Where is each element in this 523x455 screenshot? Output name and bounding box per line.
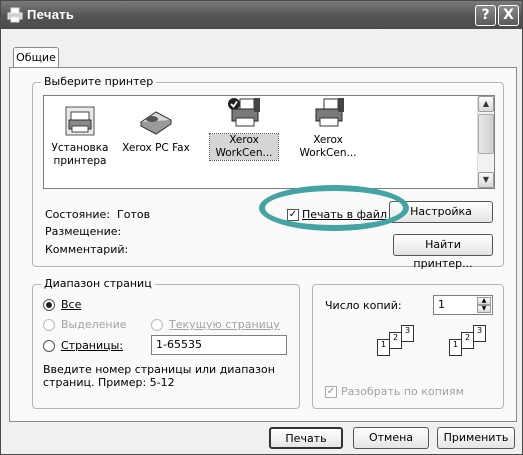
close-button[interactable]: X — [498, 5, 519, 26]
pages-hint: Введите номер страницы или диапазон стра… — [43, 363, 275, 389]
copies-spinner[interactable]: 1 ▲ ▼ — [433, 295, 493, 315]
radio-all-pages[interactable] — [43, 299, 55, 311]
selection-label[interactable]: Выделение — [61, 318, 127, 331]
pages-label[interactable]: Страницы: — [61, 339, 123, 352]
tab-label: Общие — [16, 51, 56, 64]
add-printer-icon — [65, 106, 95, 136]
printer-icon — [315, 98, 344, 127]
printer-group: Выберите принтер Установка принтера Xero… — [32, 75, 504, 270]
radio-current-page[interactable] — [151, 319, 163, 331]
window-title: Печать — [27, 7, 75, 22]
collate-label[interactable]: Разобрать по копиям — [341, 385, 464, 398]
collate-illustration: 3 2 1 3 2 1 — [375, 325, 495, 365]
printer-item-line1: Xerox — [229, 134, 259, 146]
printer-item-fax[interactable]: Xerox PC Fax — [122, 104, 190, 155]
collate-page-icon: 1 — [449, 339, 462, 356]
print-button[interactable]: Печать — [269, 427, 343, 449]
collate-page-icon: 1 — [377, 339, 390, 356]
printer-group-label: Выберите принтер — [41, 75, 157, 88]
comment-label: Комментарий: — [45, 243, 129, 256]
scroll-thumb[interactable] — [478, 114, 494, 154]
help-button[interactable]: ? — [475, 5, 496, 26]
print-dialog: Печать ? X Общие Выберите принтер Устано… — [0, 0, 523, 455]
fax-icon — [140, 111, 172, 135]
radio-pages[interactable] — [43, 340, 55, 352]
printer-item-line2: WorkCen... — [299, 147, 357, 159]
copies-group: Число копий: 1 ▲ ▼ 3 2 1 3 2 1 ✓ Разобра… — [312, 284, 504, 409]
printer-item-line1: Xerox PC Fax — [122, 142, 190, 154]
page-range-group: Диапазон страниц Все Выделение Текущую с… — [32, 277, 300, 409]
printer-item-line1: Xerox — [313, 134, 343, 146]
printer-item-label: Xerox PC Fax — [122, 142, 190, 155]
copies-value[interactable]: 1 — [438, 298, 445, 311]
spin-down-icon[interactable]: ▼ — [477, 305, 491, 313]
status-label: Состояние: — [45, 208, 111, 221]
page-range-group-label: Диапазон страниц — [41, 277, 155, 290]
all-pages-label[interactable]: Все — [61, 298, 81, 311]
collate-page-icon: 3 — [401, 325, 414, 342]
printer-item-xerox[interactable]: Xerox WorkCen... — [294, 96, 362, 160]
default-printer-icon — [228, 98, 260, 127]
printer-item-add[interactable]: Установка принтера — [46, 104, 114, 168]
printer-item-line2: принтера — [53, 155, 107, 167]
printer-item-line1: Установка — [51, 142, 109, 154]
annotation-circle — [259, 185, 409, 231]
printer-item-label: Xerox WorkCen... — [294, 134, 362, 160]
collate-page-icon: 3 — [473, 325, 486, 342]
pages-range-input[interactable]: 1-65535 — [151, 335, 287, 355]
collate-page-icon: 2 — [461, 332, 474, 349]
status-value: Готов — [117, 208, 151, 221]
spin-up-icon[interactable]: ▲ — [477, 297, 491, 305]
scroll-up-icon[interactable]: ▲ — [478, 96, 494, 112]
printer-list-scrollbar[interactable]: ▲ ▼ — [477, 96, 494, 188]
printer-list[interactable]: Установка принтера Xerox PC Fax Xerox Wo… — [43, 95, 495, 189]
current-page-label[interactable]: Текущую страницу — [169, 318, 280, 331]
printer-item-xerox-default[interactable]: Xerox WorkCen... — [209, 96, 279, 161]
apply-button[interactable]: Применить — [437, 427, 515, 449]
scroll-down-icon[interactable]: ▼ — [478, 172, 494, 188]
radio-selection[interactable] — [43, 319, 55, 331]
printer-item-label: Xerox WorkCen... — [209, 133, 279, 161]
tab-general[interactable]: Общие — [13, 47, 59, 69]
printer-item-line2: WorkCen... — [215, 147, 273, 159]
cancel-button[interactable]: Отмена — [353, 427, 429, 449]
title-bar[interactable]: Печать ? X — [1, 1, 522, 29]
tab-panel-general: Выберите принтер Установка принтера Xero… — [9, 67, 517, 422]
collate-page-icon: 2 — [389, 332, 402, 349]
copies-label: Число копий: — [325, 299, 402, 312]
find-printer-button[interactable]: Найти принтер... — [393, 234, 493, 270]
collate-checkbox[interactable]: ✓ — [325, 386, 337, 398]
printer-item-label: Установка принтера — [46, 142, 114, 168]
printer-icon — [7, 7, 23, 23]
location-label: Размещение: — [45, 225, 122, 238]
